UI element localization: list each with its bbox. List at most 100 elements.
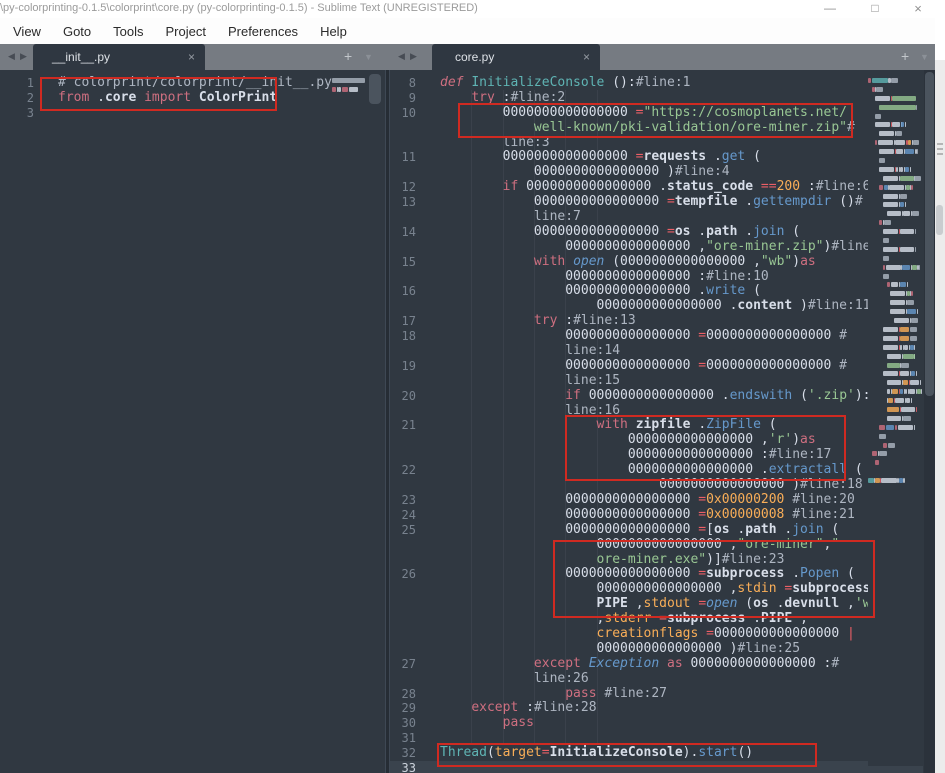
line-number: 28 [390, 687, 422, 702]
code-text: if 0000000000000000 .status_code ==200 :… [422, 180, 871, 195]
line-number [390, 136, 422, 151]
line-number: 25 [390, 523, 422, 538]
background-window-mark [937, 153, 943, 155]
menu-view[interactable]: View [2, 24, 52, 39]
minimap-row [868, 120, 924, 129]
minimize-button[interactable]: — [815, 0, 845, 18]
new-tab-icon[interactable]: + [344, 48, 352, 64]
line-number: 14 [390, 225, 422, 240]
minimap-row [868, 236, 924, 245]
code-row: line:15 [390, 374, 935, 389]
code-text: 0000000000000000 =0000000000000000 # [422, 359, 847, 374]
scrollbar-thumb[interactable] [925, 72, 934, 396]
minimap-row [868, 192, 924, 201]
tab-core-py[interactable]: core.py × [432, 44, 600, 70]
line-number [390, 553, 422, 568]
line-number [390, 612, 422, 627]
line-number [390, 404, 422, 419]
minimap-row [868, 112, 924, 121]
menu-preferences[interactable]: Preferences [217, 24, 309, 39]
line-number: 15 [390, 255, 422, 270]
minimap-row [868, 405, 924, 414]
line-number: 2 [0, 91, 40, 106]
annotation-box [437, 743, 817, 767]
close-tab-icon[interactable]: × [583, 50, 590, 64]
line-number [390, 374, 422, 389]
new-tab-icon[interactable]: + [901, 48, 909, 64]
background-window-strip [935, 0, 945, 773]
line-number: 13 [390, 195, 422, 210]
code-text: 0000000000000000 :#line:10 [422, 270, 769, 285]
tab-core-py-label: core.py [455, 50, 494, 64]
line-number [390, 240, 422, 255]
editor-pane-init-py[interactable]: 1# colorprint/colorprint/__init__.py2fro… [0, 70, 385, 773]
background-window-mark [937, 148, 943, 150]
line-number [390, 627, 422, 642]
code-row: 29 except :#line:28 [390, 701, 935, 716]
minimap-row [868, 307, 924, 316]
close-tab-icon[interactable]: × [188, 50, 195, 64]
titlebar: \py-colorprinting-0.1.5\colorprint\core.… [0, 0, 935, 18]
minimap-row [332, 94, 372, 103]
background-window-strip [935, 0, 945, 60]
close-window-button[interactable]: × [903, 0, 933, 18]
code-text: line:7 [422, 210, 581, 225]
menu-help[interactable]: Help [309, 24, 358, 39]
minimap-init-py[interactable] [332, 76, 372, 116]
minimap-row [868, 227, 924, 236]
minimap-row [868, 129, 924, 138]
code-row: 20 if 0000000000000000 .endswith ('.zip'… [390, 389, 935, 404]
tab-overflow-icon[interactable]: ▼ [920, 52, 929, 62]
code-row: line:7 [390, 210, 935, 225]
code-text: 0000000000000000 =tempfile .gettempdir (… [422, 195, 863, 210]
minimap-row [868, 414, 924, 423]
scrollbar-thumb[interactable] [369, 74, 381, 104]
minimap-row [868, 378, 924, 387]
minimap-row [868, 325, 924, 334]
code-row: 17 try :#line:13 [390, 314, 935, 329]
minimap-row [868, 183, 924, 192]
minimap-row [868, 432, 924, 441]
tab-init-py[interactable]: __init__.py × [33, 44, 205, 70]
code-row: 19 0000000000000000 =0000000000000000 # [390, 359, 935, 374]
minimap-core-py[interactable] [868, 76, 924, 766]
code-row: 30 pass [390, 716, 935, 731]
code-text: pass #line:27 [422, 687, 667, 702]
code-text: def InitializeConsole ():#line:1 [422, 76, 690, 91]
minimap-row [868, 103, 924, 112]
minimap-row [868, 343, 924, 352]
minimap-row [868, 458, 924, 467]
line-number [390, 582, 422, 597]
line-number: 32 [390, 746, 422, 761]
prev-tab-icon[interactable]: ◀ [8, 51, 15, 62]
tab-overflow-icon[interactable]: ▼ [364, 52, 373, 62]
line-number: 9 [390, 91, 422, 106]
menu-project[interactable]: Project [155, 24, 217, 39]
minimap-row [868, 85, 924, 94]
maximize-button[interactable]: □ [860, 0, 890, 18]
line-number: 11 [390, 150, 422, 165]
line-number: 17 [390, 314, 422, 329]
line-number: 24 [390, 508, 422, 523]
code-row: 12 if 0000000000000000 .status_code ==20… [390, 180, 935, 195]
code-text: 0000000000000000 ,"ore-miner.zip")#line:… [422, 240, 886, 255]
minimap-row [868, 423, 924, 432]
annotation-box [40, 77, 277, 111]
minimap-row [868, 289, 924, 298]
next-tab-icon[interactable]: ▶ [20, 51, 27, 62]
code-text: 0000000000000000 =os .path .join ( [422, 225, 800, 240]
prev-tab-icon[interactable]: ◀ [398, 51, 405, 62]
code-text: if 0000000000000000 .endswith ('.zip'):# [422, 389, 878, 404]
code-row: 8def InitializeConsole ():#line:1 [390, 76, 935, 91]
menu-goto[interactable]: Goto [52, 24, 102, 39]
minimap-row [868, 138, 924, 147]
next-tab-icon[interactable]: ▶ [410, 51, 417, 62]
minimap-row [868, 209, 924, 218]
line-number: 23 [390, 493, 422, 508]
code-row: 25 0000000000000000 =[os .path .join ( [390, 523, 935, 538]
minimap-row [868, 165, 924, 174]
background-window-scrollbar [936, 205, 943, 235]
menu-tools[interactable]: Tools [102, 24, 154, 39]
code-text: 0000000000000000 =0x00000200 #line:20 [422, 493, 855, 508]
code-row: 15 with open (0000000000000000 ,"wb")as [390, 255, 935, 270]
